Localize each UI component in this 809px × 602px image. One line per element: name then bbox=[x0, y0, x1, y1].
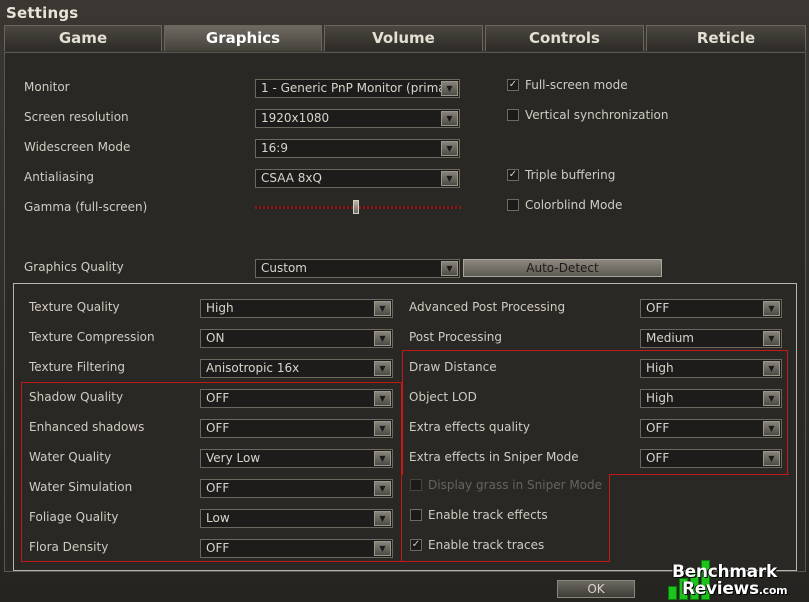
left-option-value: Anisotropic 16x bbox=[206, 361, 300, 375]
ok-button[interactable]: OK bbox=[557, 580, 635, 598]
tab-controls[interactable]: Controls bbox=[485, 25, 644, 51]
widescreen-label: Widescreen Mode bbox=[24, 140, 131, 154]
left-option-select[interactable]: High ▼ bbox=[200, 299, 393, 318]
checkbox-icon bbox=[507, 199, 519, 211]
settings-window: Settings Game Graphics Volume Controls R… bbox=[0, 0, 809, 602]
monitor-select[interactable]: 1 - Generic PnP Monitor (primary) ▼ bbox=[255, 79, 460, 98]
fullscreen-checkbox[interactable]: ✓ Full-screen mode bbox=[507, 78, 707, 94]
checkbox-icon bbox=[507, 109, 519, 121]
colorblind-checkbox[interactable]: Colorblind Mode bbox=[507, 198, 707, 214]
chevron-down-icon: ▼ bbox=[441, 111, 458, 126]
highlight-box-left bbox=[21, 382, 402, 562]
right-option-select[interactable]: Medium ▼ bbox=[640, 329, 782, 348]
triple-buffering-checkbox[interactable]: ✓ Triple buffering bbox=[507, 168, 707, 184]
resolution-label: Screen resolution bbox=[24, 110, 129, 124]
triple-buffering-label: Triple buffering bbox=[525, 168, 616, 182]
vsync-checkbox[interactable]: Vertical synchronization bbox=[507, 108, 707, 124]
left-option-select[interactable]: Anisotropic 16x ▼ bbox=[200, 359, 393, 378]
chevron-down-icon: ▼ bbox=[441, 81, 458, 96]
right-label: Advanced Post Processing bbox=[409, 300, 566, 314]
widescreen-select[interactable]: 16:9 ▼ bbox=[255, 139, 460, 158]
graphics-quality-value: Custom bbox=[261, 261, 307, 275]
antialiasing-label: Antialiasing bbox=[24, 170, 95, 184]
chevron-down-icon: ▼ bbox=[374, 361, 391, 376]
vsync-label: Vertical synchronization bbox=[525, 108, 669, 122]
monitor-value: 1 - Generic PnP Monitor (primary) bbox=[261, 81, 460, 95]
right-option-value: OFF bbox=[646, 301, 670, 315]
graphics-quality-label: Graphics Quality bbox=[24, 260, 124, 274]
resolution-value: 1920x1080 bbox=[261, 111, 330, 125]
gamma-slider-thumb[interactable] bbox=[353, 200, 359, 214]
tab-bar: Game Graphics Volume Controls Reticle bbox=[4, 25, 806, 52]
tab-reticle[interactable]: Reticle bbox=[646, 25, 806, 51]
gamma-slider[interactable] bbox=[255, 200, 461, 214]
antialiasing-select[interactable]: CSAA 8xQ ▼ bbox=[255, 169, 460, 188]
chevron-down-icon: ▼ bbox=[374, 331, 391, 346]
antialiasing-value: CSAA 8xQ bbox=[261, 171, 322, 185]
left-label: Texture Compression bbox=[29, 330, 155, 344]
widescreen-value: 16:9 bbox=[261, 141, 288, 155]
chevron-down-icon: ▼ bbox=[763, 331, 780, 346]
highlight-box-right-lower bbox=[402, 474, 610, 562]
checkbox-icon: ✓ bbox=[507, 169, 519, 181]
chevron-down-icon: ▼ bbox=[763, 301, 780, 316]
highlight-divider bbox=[609, 474, 789, 475]
checkbox-icon: ✓ bbox=[507, 79, 519, 91]
window-title: Settings bbox=[6, 4, 79, 22]
left-label: Texture Filtering bbox=[29, 360, 126, 374]
auto-detect-button[interactable]: Auto-Detect bbox=[463, 259, 662, 277]
right-option-select[interactable]: OFF ▼ bbox=[640, 299, 782, 318]
tab-game[interactable]: Game bbox=[4, 25, 162, 51]
graphics-quality-select[interactable]: Custom ▼ bbox=[255, 259, 460, 278]
left-option-value: High bbox=[206, 301, 234, 315]
tab-volume[interactable]: Volume bbox=[324, 25, 483, 51]
tab-graphics[interactable]: Graphics bbox=[164, 25, 322, 51]
right-label: Post Processing bbox=[409, 330, 502, 344]
chevron-down-icon: ▼ bbox=[441, 141, 458, 156]
left-option-value: ON bbox=[206, 331, 225, 345]
monitor-label: Monitor bbox=[24, 80, 70, 94]
left-label: Texture Quality bbox=[29, 300, 120, 314]
fullscreen-label: Full-screen mode bbox=[525, 78, 628, 92]
chevron-down-icon: ▼ bbox=[374, 301, 391, 316]
highlight-box-right bbox=[402, 350, 788, 475]
chevron-down-icon: ▼ bbox=[441, 261, 458, 276]
right-option-value: Medium bbox=[646, 331, 694, 345]
colorblind-label: Colorblind Mode bbox=[525, 198, 623, 212]
chevron-down-icon: ▼ bbox=[441, 171, 458, 186]
gamma-label: Gamma (full-screen) bbox=[24, 200, 148, 214]
benchmark-reviews-logo: Benchmark Reviews.com bbox=[668, 556, 808, 602]
logo-text-line2: Reviews.com bbox=[682, 579, 788, 599]
left-option-select[interactable]: ON ▼ bbox=[200, 329, 393, 348]
resolution-select[interactable]: 1920x1080 ▼ bbox=[255, 109, 460, 128]
